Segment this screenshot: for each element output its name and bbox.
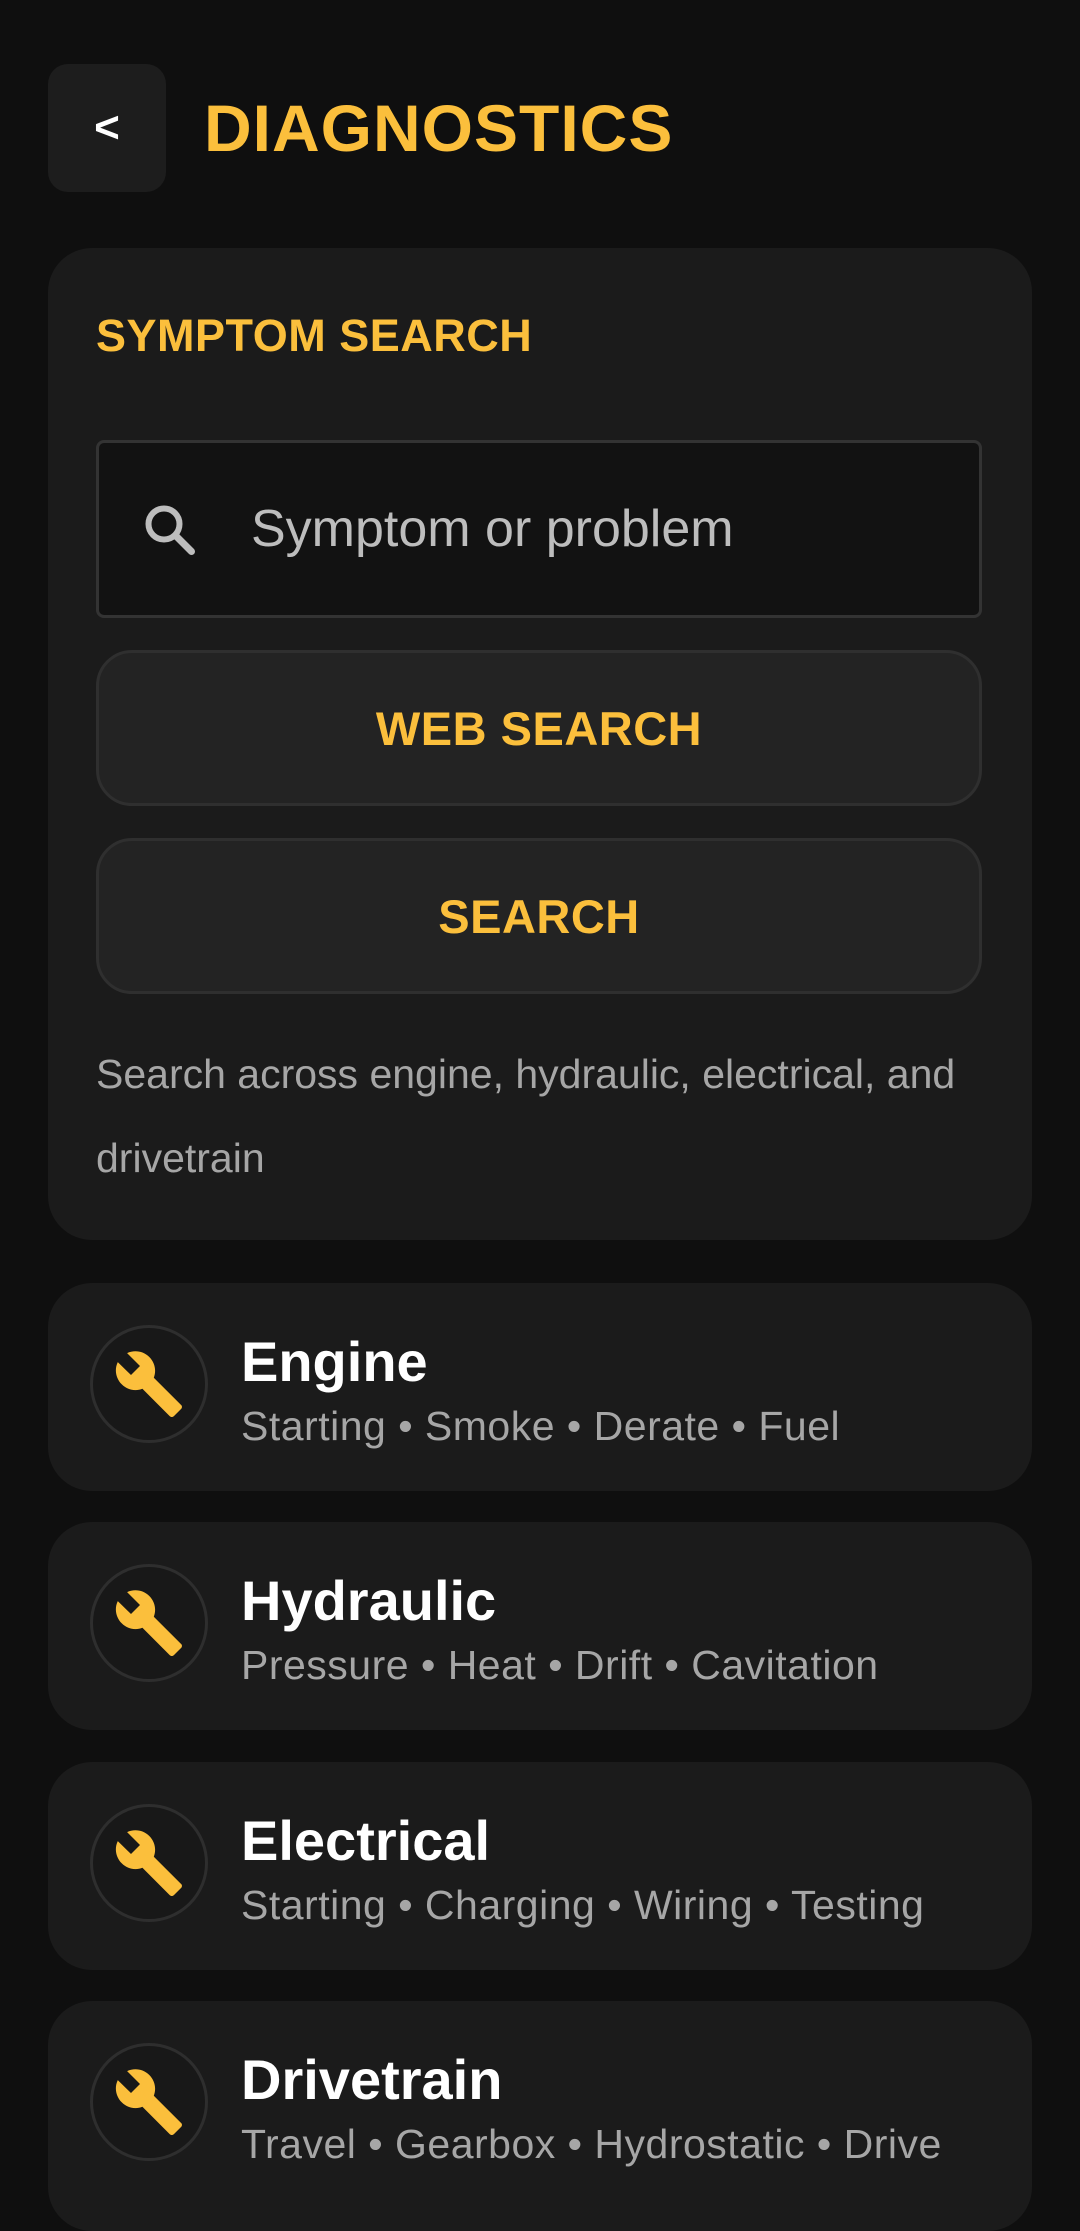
web-search-button[interactable]: WEB SEARCH [96,650,982,806]
category-icon-badge [90,1564,208,1682]
search-icon [145,505,195,555]
category-title: Drivetrain [241,2048,503,2111]
category-subtitle: Starting • Charging • Wiring • Testing [241,1882,925,1928]
header: < DIAGNOSTICS [48,64,673,192]
category-electrical[interactable]: Electrical Starting • Charging • Wiring … [48,1762,1032,1970]
category-title: Electrical [241,1809,491,1872]
page-title: DIAGNOSTICS [204,91,674,165]
category-subtitle: Travel • Gearbox • Hydrostatic • Drive [241,2121,942,2167]
symptom-search-heading: SYMPTOM SEARCH [96,310,533,361]
search-field[interactable] [96,440,982,618]
category-drivetrain[interactable]: Drivetrain Travel • Gearbox • Hydrostati… [48,2001,1032,2231]
web-search-label: WEB SEARCH [375,701,703,755]
category-icon-badge [90,2043,208,2161]
search-helper-text: Search across engine, hydraulic, electri… [96,1051,956,1181]
category-title: Engine [241,1330,428,1393]
wrench-icon [115,2069,182,2135]
category-hydraulic[interactable]: Hydraulic Pressure • Heat • Drift • Cavi… [48,1522,1032,1730]
category-icon-badge [90,1325,208,1443]
back-button[interactable]: < [48,64,166,192]
search-label: SEARCH [438,889,640,943]
category-engine[interactable]: Engine Starting • Smoke • Derate • Fuel [48,1283,1032,1491]
wrench-icon [115,1351,182,1417]
category-icon-badge [90,1804,208,1922]
back-label: < [94,103,120,152]
category-subtitle: Starting • Smoke • Derate • Fuel [241,1403,841,1449]
category-subtitle: Pressure • Heat • Drift • Cavitation [241,1642,879,1688]
search-button[interactable]: SEARCH [96,838,982,994]
category-title: Hydraulic [241,1569,497,1632]
search-input[interactable] [251,499,979,559]
wrench-icon [115,1590,182,1656]
symptom-search-card: SYMPTOM SEARCH WEB SEARCH SEARCH Search … [48,248,1032,1240]
wrench-icon [115,1830,182,1896]
